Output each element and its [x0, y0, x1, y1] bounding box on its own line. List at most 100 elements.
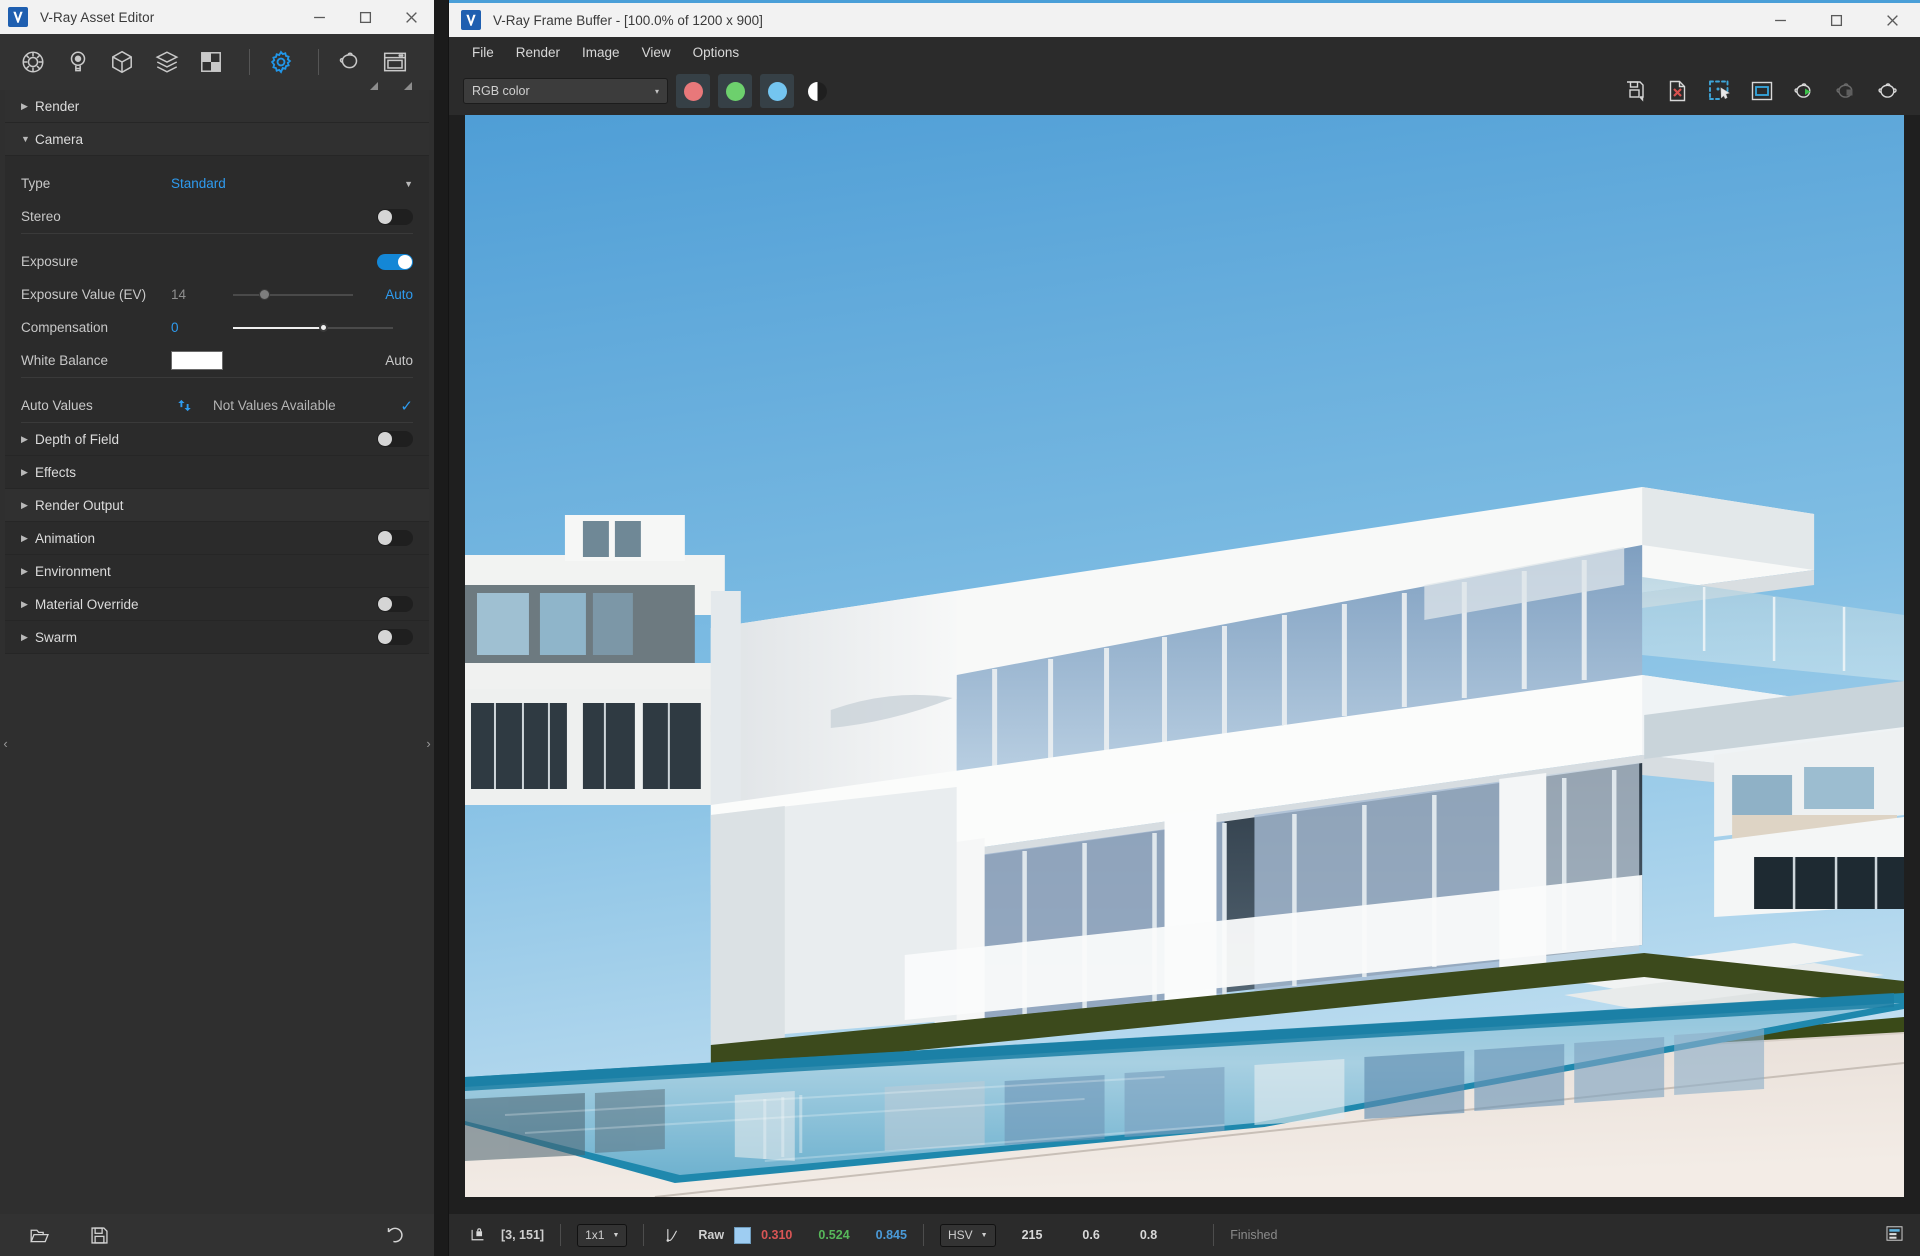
open-folder-icon[interactable] — [22, 1218, 56, 1252]
check-icon[interactable]: ✓ — [400, 397, 413, 415]
stop-render-icon[interactable] — [1828, 73, 1864, 109]
section-material-override[interactable]: ▶ Material Override — [5, 588, 429, 621]
section-depth-of-field[interactable]: ▶ Depth of Field — [5, 423, 429, 456]
animation-toggle[interactable] — [377, 530, 413, 546]
menu-render[interactable]: Render — [505, 41, 571, 64]
color-space-select[interactable]: HSV ▼ — [939, 1223, 996, 1247]
section-label: Swarm — [35, 629, 78, 645]
section-label: Render Output — [35, 497, 124, 513]
frame-buffer-status-bar: [3, 151] 1x1 ▼ Raw 0.310 0.524 0.845 HSV — [449, 1214, 1920, 1256]
alpha-channel-button[interactable] — [808, 81, 827, 101]
sampling-select[interactable]: 1x1 ▼ — [577, 1223, 628, 1247]
clear-image-icon[interactable] — [1660, 73, 1696, 109]
section-render-output[interactable]: ▶ Render Output — [5, 489, 429, 522]
toolbar-dropdown-arrow-1[interactable] — [370, 82, 378, 90]
camera-type-value[interactable]: Standard — [171, 176, 226, 191]
chevron-right-icon: ▶ — [21, 565, 28, 576]
frame-buffer-window: V-Ray Frame Buffer - [100.0% of 1200 x 9… — [448, 0, 1920, 1256]
section-effects[interactable]: ▶ Effects — [5, 456, 429, 489]
section-label: Effects — [35, 464, 77, 480]
teapot-render-icon[interactable] — [331, 42, 370, 82]
compensation-number[interactable]: 0 — [171, 320, 233, 335]
section-render[interactable]: ▶ Render — [5, 90, 429, 123]
render-elements-icon[interactable] — [192, 42, 231, 82]
start-render-icon[interactable] — [1786, 73, 1822, 109]
exposure-value-row: Exposure Value (EV) 14 Auto — [5, 278, 429, 311]
section-swarm[interactable]: ▶ Swarm — [5, 621, 429, 654]
stereo-toggle[interactable] — [377, 208, 413, 225]
depth-of-field-toggle[interactable] — [377, 431, 413, 447]
pixel-lock-icon[interactable] — [465, 1227, 491, 1244]
chevron-down-icon: ▼ — [612, 1231, 620, 1239]
chevron-down-icon: ▼ — [980, 1231, 988, 1239]
chevron-right-icon: ▶ — [21, 631, 28, 642]
cursor-coordinates: [3, 151] — [501, 1228, 545, 1242]
chevron-down-icon[interactable]: ▼ — [404, 179, 413, 189]
close-icon[interactable] — [1864, 3, 1920, 37]
color-curve-icon[interactable] — [660, 1227, 686, 1244]
minimize-icon[interactable] — [1752, 3, 1808, 37]
exposure-value-number[interactable]: 14 — [171, 287, 233, 302]
red-channel-button[interactable] — [676, 74, 710, 108]
spacer — [5, 234, 429, 245]
menu-file[interactable]: File — [461, 41, 505, 64]
section-animation[interactable]: ▶ Animation — [5, 522, 429, 555]
auto-values-row: Auto Values Not Values Available ✓ — [5, 389, 429, 422]
toolbar-dropdown-arrow-2[interactable] — [404, 82, 412, 90]
vray-logo-icon — [461, 10, 481, 30]
slider-knob[interactable] — [259, 288, 271, 300]
settings-gear-icon[interactable] — [262, 42, 301, 82]
exposure-value-slider[interactable] — [233, 288, 353, 302]
swarm-toggle[interactable] — [377, 629, 413, 645]
slider-knob[interactable] — [319, 322, 329, 332]
save-image-icon[interactable] — [1618, 73, 1654, 109]
maximize-icon[interactable] — [342, 0, 388, 34]
collapse-left-handle[interactable]: ‹ — [0, 730, 11, 756]
exposure-toggle[interactable] — [377, 253, 413, 270]
maximize-icon[interactable] — [1808, 3, 1864, 37]
asset-editor-titlebar: V-Ray Asset Editor — [0, 0, 434, 34]
render-canvas[interactable] — [449, 115, 1920, 1214]
close-icon[interactable] — [388, 0, 434, 34]
section-environment[interactable]: ▶ Environment — [5, 555, 429, 588]
channel-select-value: RGB color — [472, 84, 530, 98]
materials-icon[interactable] — [14, 42, 53, 82]
compensation-slider[interactable] — [233, 321, 393, 335]
show-render-frame-icon[interactable] — [1744, 73, 1780, 109]
section-label: Depth of Field — [35, 431, 120, 447]
geometry-icon[interactable] — [103, 42, 142, 82]
collapse-right-handle[interactable]: › — [423, 730, 434, 756]
auto-values-status: Not Values Available — [213, 398, 336, 413]
blue-channel-button[interactable] — [760, 74, 794, 108]
minimize-icon[interactable] — [296, 0, 342, 34]
region-render-icon[interactable] — [1702, 73, 1738, 109]
menu-options[interactable]: Options — [682, 41, 751, 64]
frame-buffer-toolbar-right — [1612, 73, 1906, 109]
exposure-auto-label[interactable]: Auto — [385, 287, 413, 302]
chevron-right-icon: ▶ — [21, 466, 28, 477]
sampling-value: 1x1 — [585, 1228, 605, 1242]
lights-icon[interactable] — [59, 42, 98, 82]
settings-panel: ▶ Render ▼ Camera Type Standard ▼ Stereo — [5, 90, 429, 654]
exposure-value-label: Exposure Value (EV) — [21, 287, 147, 302]
status-divider — [560, 1224, 562, 1246]
teapot-icon[interactable] — [1870, 73, 1906, 109]
save-disk-icon[interactable] — [82, 1218, 116, 1252]
frame-buffer-icon[interactable] — [376, 42, 415, 82]
menu-view[interactable]: View — [631, 41, 682, 64]
white-balance-auto-label[interactable]: Auto — [385, 353, 413, 368]
channel-select[interactable]: RGB color ▾ — [463, 78, 668, 104]
status-divider — [922, 1224, 924, 1246]
green-channel-button[interactable] — [718, 74, 752, 108]
white-balance-swatch[interactable] — [171, 351, 223, 370]
textures-icon[interactable] — [148, 42, 187, 82]
material-override-toggle[interactable] — [377, 596, 413, 612]
rendered-image[interactable] — [465, 115, 1904, 1197]
section-camera[interactable]: ▼ Camera — [5, 123, 429, 156]
hue-value: 215 — [1021, 1228, 1043, 1242]
refresh-icon[interactable] — [171, 398, 197, 413]
menu-image[interactable]: Image — [571, 41, 631, 64]
layers-panel-icon[interactable] — [1885, 1224, 1904, 1246]
white-balance-label: White Balance — [21, 353, 109, 368]
revert-undo-icon[interactable] — [378, 1218, 412, 1252]
